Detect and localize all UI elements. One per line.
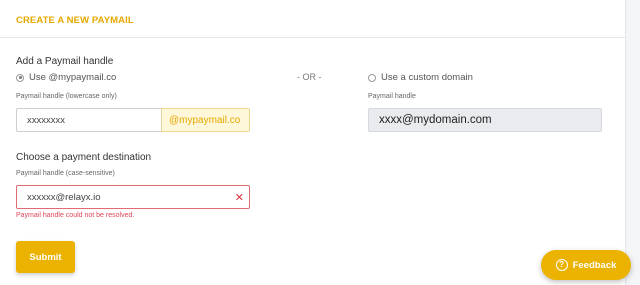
mypaymail-handle-label: Paymail handle (lowercase only) xyxy=(16,93,117,100)
handle-section-title: Add a Paymail handle xyxy=(16,56,114,67)
destination-error-message: Paymail handle could not be resolved. xyxy=(16,212,135,219)
radio-label-custom-domain: Use a custom domain xyxy=(381,72,473,83)
mypaymail-domain-suffix: @mypaymail.co xyxy=(161,108,250,132)
create-paymail-card: CREATE A NEW PAYMAIL Add a Paymail handl… xyxy=(0,0,626,285)
radio-option-custom-domain[interactable]: Use a custom domain xyxy=(368,72,473,83)
submit-button[interactable]: Submit xyxy=(16,241,75,273)
feedback-label: Feedback xyxy=(572,259,617,271)
error-close-icon[interactable]: ✕ xyxy=(235,191,244,204)
radio-checked-icon[interactable] xyxy=(16,73,24,82)
card-header: CREATE A NEW PAYMAIL xyxy=(0,0,625,38)
radio-label-mypaymail: Use @mypaymail.co xyxy=(29,72,117,83)
page-title: CREATE A NEW PAYMAIL xyxy=(16,15,134,26)
custom-handle-label: Paymail handle xyxy=(368,93,416,100)
or-separator: - OR - xyxy=(297,72,322,82)
destination-input-value: xxxxxx@relayx.io xyxy=(27,191,101,203)
destination-section-title: Choose a payment destination xyxy=(16,152,152,163)
radio-unchecked-icon[interactable] xyxy=(368,73,376,82)
radio-option-mypaymail[interactable]: Use @mypaymail.co xyxy=(16,72,116,83)
custom-domain-handle-input[interactable]: xxxx@mydomain.com xyxy=(368,108,602,132)
feedback-button[interactable]: ? Feedback xyxy=(541,250,631,280)
question-icon: ? xyxy=(555,259,568,271)
destination-handle-label: Paymail handle (case-sensitive) xyxy=(16,170,115,177)
destination-handle-input[interactable]: xxxxxx@relayx.io ✕ xyxy=(16,185,250,209)
mypaymail-handle-input[interactable]: xxxxxxxx xyxy=(16,108,162,132)
